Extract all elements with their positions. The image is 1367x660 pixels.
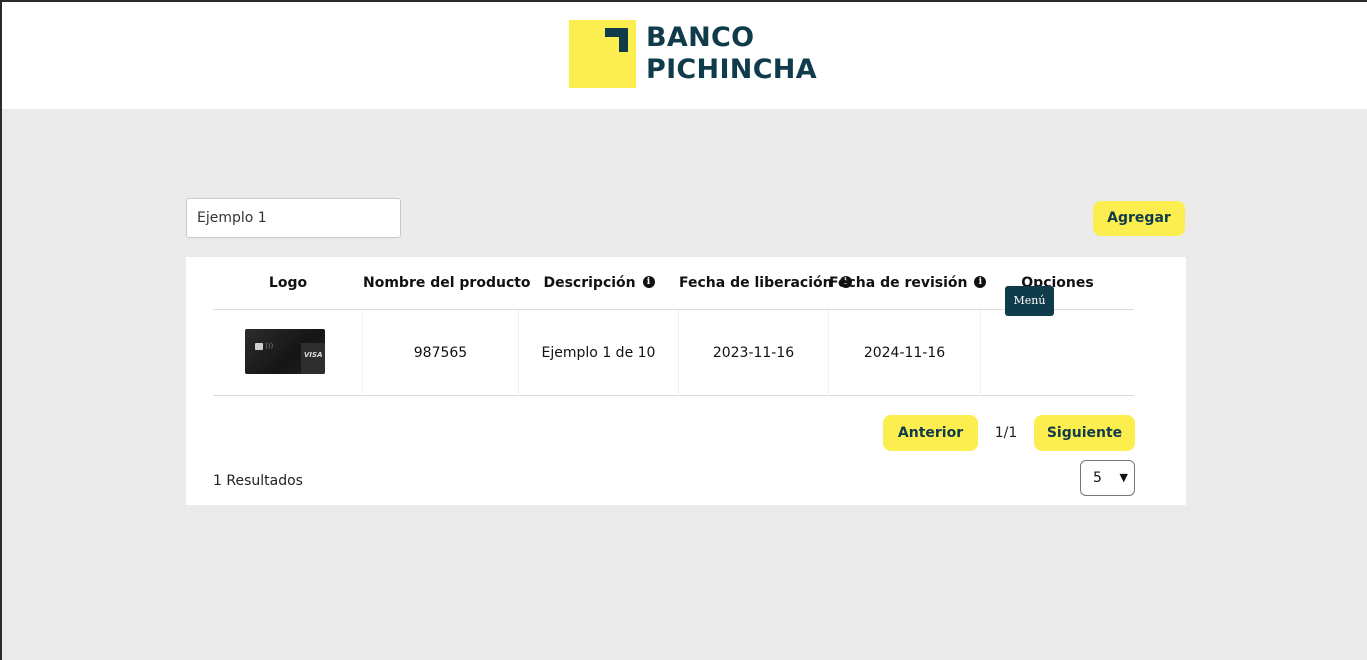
brand-name-line1: BANCO [646, 22, 755, 53]
header: BANCO PICHINCHA [2, 2, 1367, 109]
cell-logo: ))) VISA [213, 310, 363, 396]
visa-card-image: ))) VISA [245, 329, 325, 374]
info-icon[interactable]: i [642, 276, 655, 288]
column-header-revision-date: Fecha de revisión i [829, 257, 987, 310]
page-size-value: 5 [1093, 470, 1102, 486]
column-header-name: Nombre del producto [363, 275, 531, 291]
visa-logo: VISA [304, 351, 323, 359]
column-header-description: Descripción i [519, 257, 679, 310]
cell-release-date: 2023-11-16 [679, 310, 829, 396]
products-table: Logo Nombre del producto Descripción i F… [213, 257, 1134, 396]
cell-description: Ejemplo 1 de 10 [519, 310, 679, 396]
brand-name-line2: PICHINCHA [646, 54, 817, 85]
column-header-logo: Logo [268, 275, 308, 291]
search-input[interactable] [186, 198, 401, 238]
page-size-select[interactable]: 5 ▼ [1080, 460, 1135, 496]
contactless-icon: ))) [265, 342, 274, 350]
cell-name: 987565 [363, 310, 519, 396]
results-count: 1 Resultados [213, 473, 303, 489]
brand-logo: BANCO PICHINCHA [569, 20, 817, 88]
cell-options [981, 310, 1134, 396]
products-card: Logo Nombre del producto Descripción i F… [186, 257, 1186, 505]
page-indicator: 1/1 [994, 425, 1018, 441]
row-menu-button[interactable]: Menú [1005, 286, 1054, 316]
table-row: ))) VISA 987565 Ejemplo 1 de 10 2023-11-… [213, 310, 1134, 396]
cell-revision-date: 2024-11-16 [829, 310, 981, 396]
chevron-down-icon: ▼ [1119, 471, 1128, 484]
column-header-release-date: Fecha de liberación i [679, 257, 852, 310]
previous-page-button[interactable]: Anterior [883, 415, 978, 451]
next-page-button[interactable]: Siguiente [1034, 415, 1135, 451]
card-chip-icon [255, 343, 263, 350]
brand-mark-icon [569, 20, 636, 88]
add-button[interactable]: Agregar [1093, 201, 1185, 236]
brand-name: BANCO PICHINCHA [646, 22, 817, 86]
table-header: Logo Nombre del producto Descripción i F… [213, 257, 1134, 310]
column-header-options: Opciones [1021, 275, 1094, 291]
